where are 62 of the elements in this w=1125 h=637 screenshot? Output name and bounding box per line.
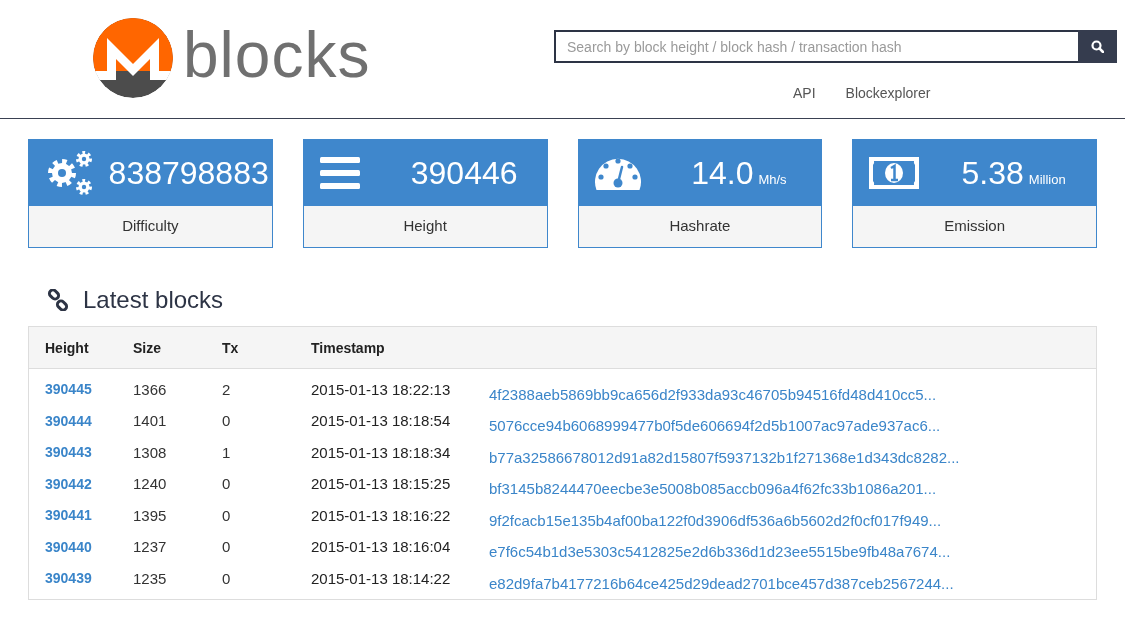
column-header: Size (133, 339, 161, 356)
table-cell-text: 2015-01-13 18:14:22 (311, 568, 451, 589)
block-height-link[interactable]: 390441 (45, 505, 92, 527)
table-cell-text: 2015-01-13 18:22:13 (311, 379, 451, 400)
stat-unit: Million (1028, 172, 1066, 186)
block-hash-link[interactable]: 4f2388aeb5869bb9ca656d2f933da93c46705b94516fd48d410cc5... (489, 383, 937, 406)
gauge-icon (594, 155, 641, 190)
table-cell-text: 2015-01-13 18:18:34 (311, 442, 451, 463)
table-cell-text: 1 (222, 442, 231, 463)
table-cell-text: 0 (222, 474, 231, 494)
block-height-link[interactable]: 390439 (45, 568, 92, 590)
table-cell-text: 1237 (133, 537, 167, 557)
bars-icon (319, 156, 360, 189)
logo-text: blocks (183, 23, 371, 87)
stat-label: Height (302, 206, 548, 248)
table-cell-text: 1308 (133, 442, 167, 463)
search-button[interactable] (1078, 30, 1117, 63)
stat-value: 5.38 (961, 156, 1024, 189)
block-hash-link[interactable]: b77a32586678012d91a82d15807f5937132b1f271368e1d343dc8282... (489, 446, 960, 469)
stat-label: Emission (852, 206, 1097, 248)
table-cell-text: 0 (222, 568, 231, 589)
block-hash-link[interactable]: 9f2fcacb15e135b4af00ba122f0d3906df536a6b5602d2f0cf017f949... (489, 509, 942, 532)
search-icon (1091, 40, 1104, 53)
table-cell-text: 2015-01-13 18:15:25 (311, 474, 451, 494)
block-hash-link[interactable]: e7f6c54b1d3e5303c5412825e2d6b336d1d23ee5515be9fb48a7674... (489, 541, 951, 564)
table-cell-text: 0 (222, 537, 231, 557)
table-cell-text: 1235 (133, 568, 167, 589)
gears-icon (45, 149, 95, 196)
stat-unit: Mh/s (758, 172, 787, 186)
banknote-icon (869, 156, 920, 189)
table-cell-text: 1395 (133, 505, 167, 526)
table-cell-text: 0 (222, 505, 231, 526)
table-cell-text: 1240 (133, 474, 167, 494)
column-header: Tx (222, 339, 239, 356)
block-height-link[interactable]: 390443 (45, 442, 92, 464)
stat-value: 390446 (410, 156, 518, 189)
stat-label: Difficulty (28, 206, 273, 248)
column-header: Timestamp (311, 339, 385, 356)
table-cell-text: 2015-01-13 18:16:04 (311, 537, 451, 557)
stat-label: Hashrate (577, 206, 823, 248)
section-title: Latest blocks (83, 288, 224, 312)
stat-value: 14.0 (691, 156, 754, 189)
block-hash-link[interactable]: bf3145b8244470eecbe3e5008b085accb096a4f62fc33b1086a201... (489, 478, 937, 501)
block-height-link[interactable]: 390440 (45, 536, 92, 558)
logo-icon (93, 18, 173, 98)
table-cell-text: 1366 (133, 379, 167, 400)
table-cell-text: 0 (222, 411, 231, 431)
block-hash-link[interactable]: 5076cce94b6068999477b0f5de606694f2d5b1007ac97ade937ac6... (489, 415, 941, 438)
column-header: Height (45, 339, 89, 356)
table-cell-text: 2015-01-13 18:16:22 (311, 505, 451, 526)
block-height-link[interactable]: 390444 (45, 410, 92, 432)
block-height-link[interactable]: 390445 (45, 379, 92, 401)
nav-link[interactable]: Blockexplorer (845, 83, 931, 103)
block-height-link[interactable]: 390442 (45, 473, 92, 495)
table-cell-text: 2 (222, 379, 231, 400)
table-cell-text: 1401 (133, 411, 167, 431)
chain-link-icon (47, 289, 69, 311)
search-field[interactable]: Search by block height / block hash / transaction hash (554, 30, 1078, 63)
table-cell-text: 2015-01-13 18:18:54 (311, 411, 451, 431)
nav-link[interactable]: API (793, 83, 816, 103)
stat-value: 838798883 (108, 156, 269, 189)
block-hash-link[interactable]: e82d9fa7b4177216b64ce425d29dead2701bce457d387ceb2567244... (489, 572, 954, 595)
